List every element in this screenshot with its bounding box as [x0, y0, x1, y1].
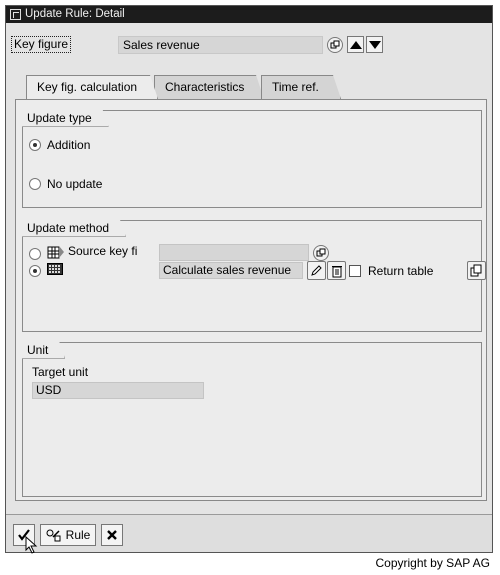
rule-icon: [46, 529, 61, 542]
title-bar: Update Rule: Detail: [6, 6, 492, 23]
rule-button[interactable]: Rule: [40, 524, 96, 546]
update-type-title: Update type: [22, 110, 109, 127]
table-icon: [47, 246, 64, 259]
addition-label: Addition: [47, 138, 91, 152]
source-key-figure-field[interactable]: [159, 244, 309, 261]
edit-routine-button[interactable]: [307, 261, 326, 280]
routine-icon: [47, 263, 63, 275]
routine-field[interactable]: Calculate sales revenue: [159, 262, 303, 279]
pencil-icon: [311, 265, 322, 276]
next-key-figure-button[interactable]: [366, 36, 383, 53]
copy-icon: [470, 264, 482, 277]
addition-radio[interactable]: [29, 139, 41, 151]
unit-title: Unit: [22, 342, 65, 359]
window-menu-icon[interactable]: [10, 9, 21, 20]
source-key-figure-radio[interactable]: [29, 248, 41, 260]
delete-routine-button[interactable]: [327, 261, 346, 280]
update-method-title: Update method: [22, 220, 126, 237]
source-key-figure-label: Source key fi: [68, 244, 138, 258]
key-figure-label: Key figure: [11, 36, 72, 53]
tab-key-fig-calculation[interactable]: Key fig. calculation: [26, 75, 158, 99]
detail-icon: [316, 248, 326, 257]
key-fig-calculation-panel: Update type Addition No update Update me…: [15, 99, 487, 501]
key-figure-detail-button[interactable]: [327, 37, 343, 53]
return-table-checkbox[interactable]: [349, 265, 361, 277]
key-figure-field[interactable]: Sales revenue: [118, 36, 323, 54]
no-update-label: No update: [47, 177, 103, 191]
return-table-label: Return table: [368, 264, 434, 278]
no-update-radio[interactable]: [29, 178, 41, 190]
update-type-group: Update type Addition No update: [22, 110, 482, 208]
close-icon: [107, 530, 117, 540]
source-detail-button[interactable]: [313, 245, 329, 261]
detail-icon: [330, 40, 340, 49]
copyright-notice: Copyright by SAP AG: [375, 556, 490, 570]
tab-time-ref[interactable]: Time ref.: [261, 75, 341, 99]
update-rule-window: Update Rule: Detail Key figure Sales rev…: [5, 5, 493, 554]
arrow-down-icon: [368, 40, 381, 49]
mouse-cursor-icon: [25, 536, 38, 554]
unit-group: Unit Target unit USD: [22, 342, 482, 497]
previous-key-figure-button[interactable]: [347, 36, 364, 53]
window-title: Update Rule: Detail: [25, 8, 125, 20]
cancel-button[interactable]: [101, 524, 123, 546]
update-method-group: Update method Source key fi Calculate sa…: [22, 220, 486, 332]
target-unit-field[interactable]: USD: [32, 382, 204, 399]
button-bar: Rule: [6, 514, 492, 554]
arrow-up-icon: [349, 40, 362, 49]
tab-characteristics[interactable]: Characteristics: [154, 75, 264, 99]
rule-button-label: Rule: [65, 528, 91, 542]
copy-routine-button[interactable]: [467, 261, 486, 280]
trash-icon: [331, 265, 342, 277]
routine-radio[interactable]: [29, 265, 41, 277]
target-unit-label: Target unit: [32, 365, 89, 379]
